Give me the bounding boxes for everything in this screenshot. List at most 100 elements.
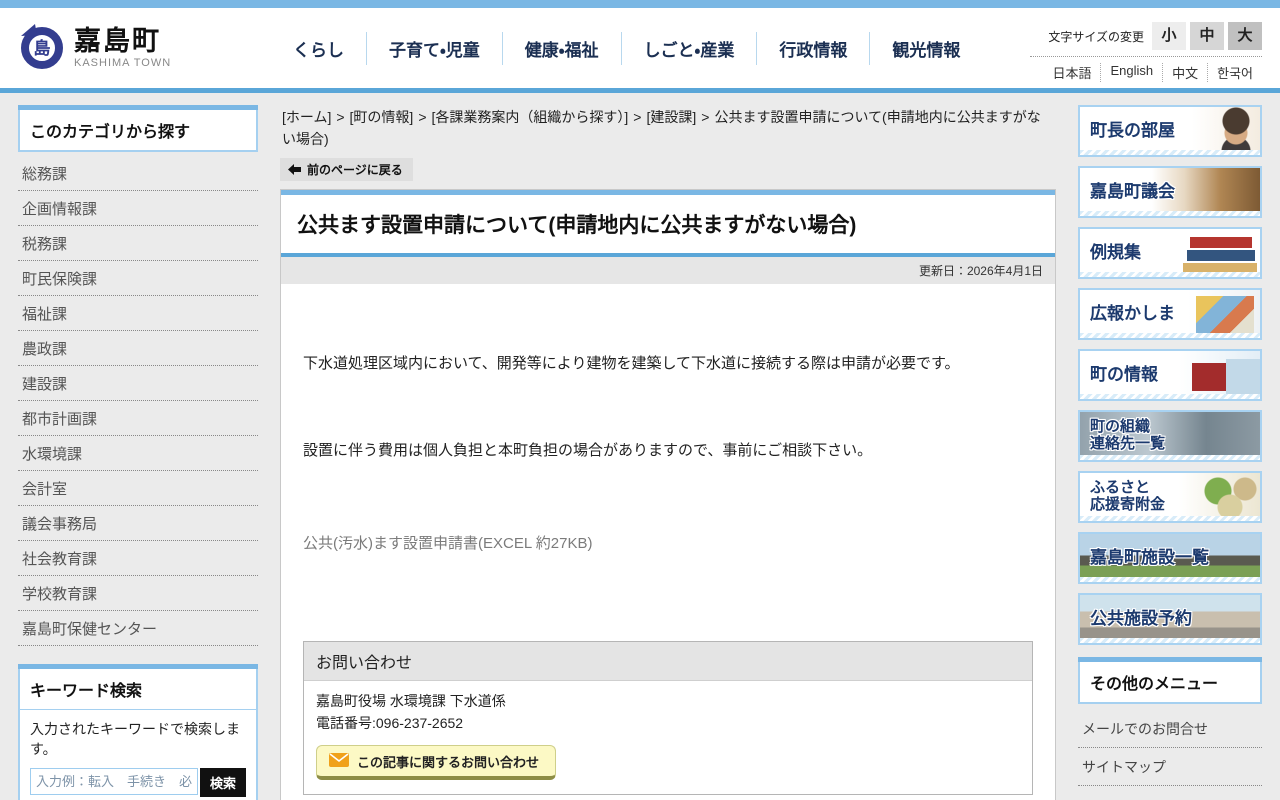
breadcrumb: [ホーム] > [町の情報] > [各課業務案内（組織から探す）] > [建設課] > 公共ます…	[280, 105, 1056, 150]
list-item: メールでのお問合せ	[1078, 710, 1262, 748]
lang-chinese[interactable]: 中文	[1162, 63, 1207, 82]
article-panel: 公共ます設置申請について(申請地内に公共ますがない場合) 更新日：2026年4月…	[280, 189, 1056, 800]
banner-hometown-donation[interactable]: ふるさと 応援寄附金	[1078, 471, 1262, 523]
contact-phone: 電話番号:096-237-2652	[316, 715, 464, 732]
sidebar-item-mizukankyo[interactable]: 水環境課	[18, 436, 258, 470]
sidebar-item-kikaku[interactable]: 企画情報課	[18, 191, 258, 225]
sidebar-item-fukushi[interactable]: 福祉課	[18, 296, 258, 330]
contact-box: お問い合わせ 嘉島町役場 水環境課 下水道係 電話番号:096-237-2652…	[303, 641, 1033, 795]
keyword-search-title: キーワード検索	[20, 669, 256, 710]
list-item: 都市計画課	[18, 401, 258, 436]
breadcrumb-separator: >	[633, 109, 642, 125]
site-header: 島 嘉島町 KASHIMA TOWN くらし 子育て・児童 健康・福祉 しごと・…	[0, 8, 1280, 88]
main-content: [ホーム] > [町の情報] > [各課業務案内（組織から探す）] > [建設課] > 公共ます…	[280, 105, 1056, 800]
list-item: 会計室	[18, 471, 258, 506]
updated-date: 更新日：2026年4月1日	[281, 257, 1055, 285]
list-item: 社会教育課	[18, 541, 258, 576]
article-paragraph: 下水道処理区域内において、開発等により建物を建築して下水道に接続する際は申請が必…	[303, 355, 960, 373]
nav-kenko[interactable]: 健康・福祉	[501, 31, 621, 65]
other-menu-list: メールでのお問合せ サイトマップ	[1078, 710, 1262, 786]
sidebar-item-shakaikyoiku[interactable]: 社会教育課	[18, 541, 258, 575]
banner-label: 広報かしま	[1090, 304, 1175, 324]
banner-town-information[interactable]: 町の情報	[1078, 349, 1262, 401]
nav-kurashi[interactable]: くらし	[271, 32, 366, 65]
breadcrumb-kensetsu[interactable]: [建設課]	[646, 109, 696, 125]
site-logo[interactable]: 島 嘉島町 KASHIMA TOWN	[18, 22, 253, 75]
search-button[interactable]: 検索	[200, 767, 246, 797]
breadcrumb-home[interactable]: [ホーム]	[282, 109, 331, 125]
page-title: 公共ます設置申請について(申請地内に公共ますがない場合)	[297, 214, 857, 238]
nav-kanko[interactable]: 観光情報	[869, 31, 982, 65]
list-item: 学校教育課	[18, 576, 258, 611]
nav-shigoto[interactable]: しごと・産業	[620, 31, 757, 65]
breadcrumb-town-info[interactable]: [町の情報]	[350, 109, 414, 125]
header-utilities: 文字サイズの変更 小 中 大 日本語 English 中文 한국어	[1030, 22, 1262, 82]
list-item: 農政課	[18, 331, 258, 366]
article-paragraph: 設置に伴う費用は個人負担と本町負担の場合がありますので、事前にご相談下さい。	[303, 442, 873, 460]
svg-text:島: 島	[34, 38, 51, 59]
nav-kosodate[interactable]: 子育て・児童	[366, 31, 502, 65]
banner-regulations[interactable]: 例規集	[1078, 227, 1262, 279]
list-item: 企画情報課	[18, 191, 258, 226]
nav-gyosei[interactable]: 行政情報	[756, 31, 869, 65]
sidebar-item-mail-contact[interactable]: メールでのお問合せ	[1078, 710, 1262, 747]
site-subtitle: KASHIMA TOWN	[74, 57, 172, 70]
list-item: 建設課	[18, 366, 258, 401]
font-size-small-button[interactable]: 小	[1152, 22, 1186, 50]
banner-label: 例規集	[1090, 243, 1141, 263]
category-box-title: このカテゴリから探す	[18, 110, 258, 152]
sidebar-item-gakkokyoiku[interactable]: 学校教育課	[18, 576, 258, 610]
contact-title: お問い合わせ	[304, 642, 1032, 682]
list-item: サイトマップ	[1078, 748, 1262, 786]
sidebar-item-nousei[interactable]: 農政課	[18, 331, 258, 365]
sidebar-item-toshikeikaku[interactable]: 都市計画課	[18, 401, 258, 435]
search-input[interactable]	[30, 767, 198, 795]
banner-town-council[interactable]: 嘉島町議会	[1078, 166, 1262, 218]
list-item: 嘉島町保健センター	[18, 611, 258, 646]
sidebar-item-soumu[interactable]: 総務課	[18, 156, 258, 190]
banner-label: 町長の部屋	[1090, 121, 1175, 141]
right-sidebar: 町長の部屋 嘉島町議会 例規集 広報かしま 町の情報 町の組織 連絡先一覧 ふる…	[1078, 105, 1262, 800]
sidebar-item-sitemap[interactable]: サイトマップ	[1078, 748, 1262, 785]
list-item: 総務課	[18, 156, 258, 191]
banner-label: 公共施設予約	[1090, 609, 1192, 629]
global-nav: くらし 子育て・児童 健康・福祉 しごと・産業 行政情報 観光情報	[271, 31, 982, 65]
breadcrumb-departments[interactable]: [各課業務案内（組織から探す）]	[432, 109, 629, 125]
back-to-previous-button[interactable]: 前のページに戻る	[280, 158, 413, 182]
sidebar-item-kensetsu[interactable]: 建設課	[18, 366, 258, 400]
font-size-medium-button[interactable]: 中	[1190, 22, 1224, 50]
breadcrumb-separator: >	[701, 109, 710, 125]
breadcrumb-separator: >	[336, 109, 345, 125]
banner-label: 嘉島町施設一覧	[1090, 548, 1209, 568]
sidebar-item-gikai[interactable]: 議会事務局	[18, 506, 258, 540]
banner-public-relations[interactable]: 広報かしま	[1078, 288, 1262, 340]
font-size-large-button[interactable]: 大	[1228, 22, 1262, 50]
top-accent-bar	[0, 0, 1280, 8]
list-item: 議会事務局	[18, 506, 258, 541]
lang-korean[interactable]: 한국어	[1207, 63, 1262, 82]
banner-facility-reservation[interactable]: 公共施設予約	[1078, 593, 1262, 645]
list-item: 税務課	[18, 226, 258, 261]
sidebar-item-zeimu[interactable]: 税務課	[18, 226, 258, 260]
banner-mayors-room[interactable]: 町長の部屋	[1078, 105, 1262, 157]
sidebar-item-kaikei[interactable]: 会計室	[18, 471, 258, 505]
banner-label: 町の情報	[1090, 365, 1158, 385]
contact-mail-button[interactable]: この記事に関するお問い合わせ	[316, 744, 557, 780]
back-button-label: 前のページに戻る	[307, 163, 403, 178]
sidebar-item-hoken-center[interactable]: 嘉島町保健センター	[18, 611, 258, 645]
banner-label: 町の組織 連絡先一覧	[1090, 418, 1166, 452]
lang-japanese[interactable]: 日本語	[1043, 63, 1100, 82]
sidebar-item-chomin-hoken[interactable]: 町民保険課	[18, 261, 258, 295]
left-sidebar: このカテゴリから探す 総務課 企画情報課 税務課 町民保険課 福祉課 農政課 建…	[18, 105, 258, 800]
list-item: 町民保険課	[18, 261, 258, 296]
banner-organization-contacts[interactable]: 町の組織 連絡先一覧	[1078, 410, 1262, 462]
breadcrumb-separator: >	[418, 109, 427, 125]
banner-facility-list[interactable]: 嘉島町施設一覧	[1078, 532, 1262, 584]
contact-office: 嘉島町役場 水環境課 下水道係	[316, 693, 506, 710]
attachment-link[interactable]: 公共(汚水)ます設置申請書(EXCEL 約27KB)	[303, 532, 592, 553]
banner-label: 嘉島町議会	[1090, 182, 1175, 202]
town-logo-icon: 島	[18, 22, 64, 75]
keyword-search-box: キーワード検索 入力されたキーワードで検索します。 検索	[18, 669, 258, 800]
lang-english[interactable]: English	[1100, 63, 1162, 82]
list-item: 福祉課	[18, 296, 258, 331]
